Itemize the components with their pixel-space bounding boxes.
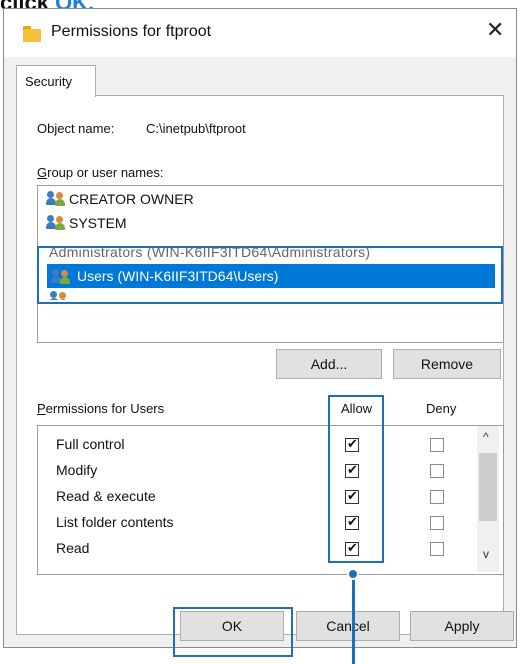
allow-column-highlight [328, 395, 384, 563]
close-icon[interactable]: ✕ [486, 17, 504, 43]
deny-checkbox[interactable] [430, 464, 444, 478]
group-user-names-label-rest: roup or user names: [47, 165, 164, 180]
list-item[interactable]: SYSTEM [46, 214, 127, 231]
permission-name: Modify [56, 462, 98, 478]
user-group-icon [46, 214, 66, 230]
permission-name: Read [56, 540, 90, 556]
cancel-button[interactable]: Cancel [296, 611, 400, 641]
permissions-grid: Full control Modify Read & execute List fol… [37, 425, 504, 575]
deny-checkbox[interactable] [430, 516, 444, 530]
list-item-administrators[interactable]: Administrators (WIN-K6IIF3ITD64\Administ… [49, 244, 370, 260]
permissions-header-rest: ermissions for Users [45, 401, 165, 416]
folder-icon [23, 26, 41, 42]
title-bar: Permissions for ftproot ✕ [4, 9, 516, 57]
deny-header: Deny [426, 401, 457, 416]
remove-button-label: Remove [420, 356, 474, 372]
window-title: Permissions for ftproot [51, 23, 212, 40]
list-item-partial [49, 290, 139, 300]
selected-user-highlight: Administrators (WIN-K6IIF3ITD64\Administ… [37, 244, 503, 304]
tab-security[interactable]: Security [16, 65, 96, 97]
remove-button[interactable]: Remove [393, 349, 501, 379]
group-user-names-label: Group or user names: [37, 165, 164, 180]
list-item-users-selected[interactable]: Users (WIN-K6IIF3ITD64\Users) [47, 264, 495, 288]
user-group-icon [46, 190, 66, 206]
add-button-label: Add... [310, 356, 348, 372]
cancel-button-label: Cancel [326, 618, 370, 634]
object-name-value: C:\inetpub\ftproot [146, 121, 246, 136]
apply-button[interactable]: Apply [410, 611, 514, 641]
deny-checkbox[interactable] [430, 542, 444, 556]
ok-button-highlight [173, 607, 293, 657]
list-item[interactable]: CREATOR OWNER [46, 190, 194, 207]
user-group-icon [51, 268, 71, 284]
apply-button-label: Apply [444, 618, 480, 634]
list-item-label: CREATOR OWNER [69, 191, 194, 207]
scroll-thumb[interactable] [479, 453, 497, 521]
scroll-down-icon[interactable]: v [483, 547, 489, 561]
add-button[interactable]: Add... [276, 349, 382, 379]
object-name-label: Object name: [37, 121, 115, 136]
user-group-icon [49, 290, 69, 300]
list-item-label: SYSTEM [69, 215, 127, 231]
permission-name: Read & execute [56, 488, 156, 504]
permissions-header: Permissions for Users [37, 401, 165, 416]
deny-checkbox[interactable] [430, 438, 444, 452]
list-item-label: Users (WIN-K6IIF3ITD64\Users) [77, 268, 279, 284]
deny-checkbox[interactable] [430, 490, 444, 504]
permissions-dialog: Permissions for ftproot ✕ Security Objec… [3, 8, 517, 664]
permission-name: Full control [56, 436, 125, 452]
callout-pointer-line [352, 574, 355, 664]
callout-pointer-dot [347, 568, 359, 580]
scroll-up-icon[interactable]: ^ [483, 430, 489, 444]
permission-name: List folder contents [56, 514, 174, 530]
